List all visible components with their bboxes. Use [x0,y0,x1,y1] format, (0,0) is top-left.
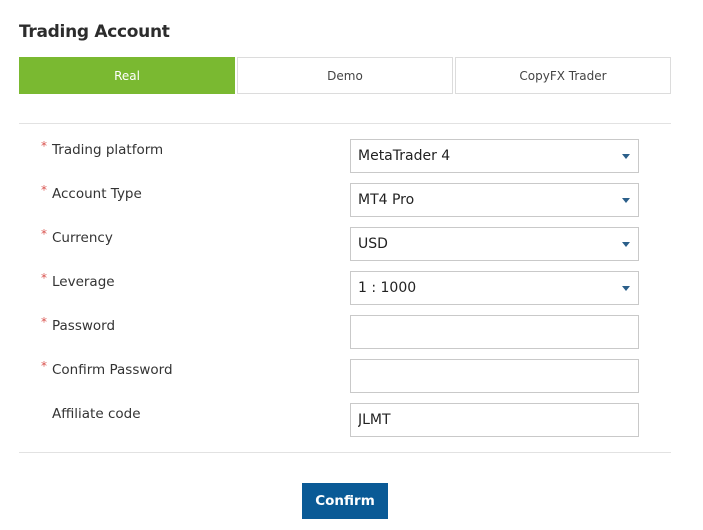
password-input[interactable] [350,315,639,349]
trading-platform-label: Trading platform [52,142,164,158]
currency-value: USD [358,236,388,252]
currency-label: Currency [52,230,113,246]
row-trading-platform: * Trading platform MetaTrader 4 [0,139,703,173]
chevron-down-icon [622,242,630,247]
trading-platform-select[interactable]: MetaTrader 4 [350,139,639,173]
row-account-type: * Account Type MT4 Pro [0,183,703,217]
required-marker: * [41,315,47,329]
leverage-value: 1 : 1000 [358,280,417,296]
required-marker: * [41,183,47,197]
confirm-button[interactable]: Confirm [302,483,388,519]
account-type-select[interactable]: MT4 Pro [350,183,639,217]
account-type-value: MT4 Pro [358,192,415,208]
tab-demo[interactable]: Demo [237,57,453,94]
confirm-password-label: Confirm Password [52,362,173,378]
row-password: * Password [0,315,703,349]
required-marker: * [41,271,47,285]
chevron-down-icon [622,198,630,203]
account-type-label: Account Type [52,186,142,202]
row-leverage: * Leverage 1 : 1000 [0,271,703,305]
page-title: Trading Account [19,22,170,42]
required-marker: * [41,359,47,373]
row-confirm-password: * Confirm Password [0,359,703,393]
divider-top [19,123,671,124]
chevron-down-icon [622,286,630,291]
account-type-tabs: Real Demo CopyFX Trader [19,57,671,94]
password-label: Password [52,318,116,334]
row-currency: * Currency USD [0,227,703,261]
tab-real[interactable]: Real [19,57,235,94]
required-marker: * [41,139,47,153]
leverage-label: Leverage [52,274,115,290]
trading-platform-value: MetaTrader 4 [358,148,451,164]
affiliate-code-label: Affiliate code [52,406,141,422]
chevron-down-icon [622,154,630,159]
divider-bottom [19,452,671,453]
required-marker: * [41,227,47,241]
confirm-password-input[interactable] [350,359,639,393]
leverage-select[interactable]: 1 : 1000 [350,271,639,305]
currency-select[interactable]: USD [350,227,639,261]
affiliate-code-input[interactable] [350,403,639,437]
row-affiliate-code: Affiliate code [0,403,703,437]
tab-copyfx-trader[interactable]: CopyFX Trader [455,57,671,94]
